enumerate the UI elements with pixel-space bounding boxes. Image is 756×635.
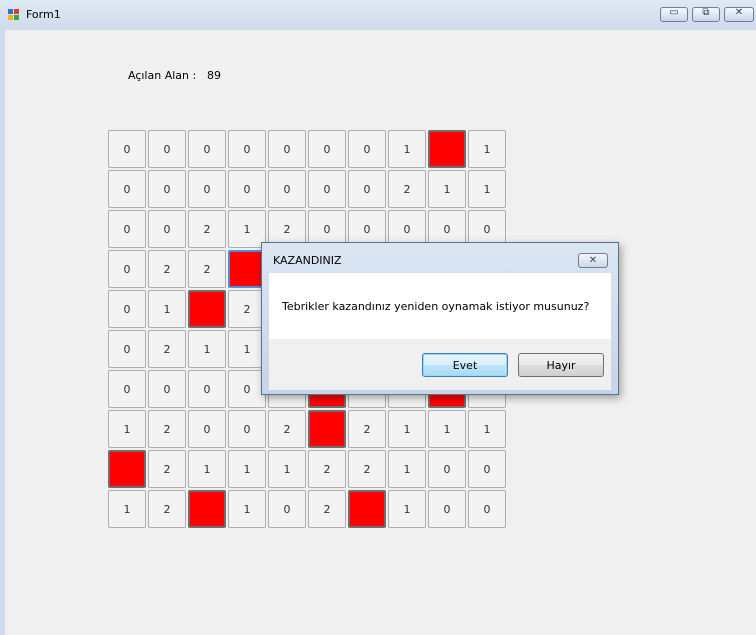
grid-cell[interactable]: 1 xyxy=(268,450,306,488)
grid-cell[interactable]: 1 xyxy=(388,130,426,168)
grid-cell[interactable]: 2 xyxy=(148,250,186,288)
app-icon xyxy=(8,9,20,21)
grid-cell[interactable]: 1 xyxy=(468,130,506,168)
grid-cell[interactable]: 1 xyxy=(428,410,466,448)
grid-cell[interactable]: 0 xyxy=(468,490,506,528)
grid-cell[interactable]: 0 xyxy=(108,370,146,408)
yes-button[interactable]: Evet xyxy=(422,353,508,377)
grid-cell[interactable]: 1 xyxy=(228,490,266,528)
grid-cell[interactable]: 2 xyxy=(308,450,346,488)
grid-cell[interactable]: 2 xyxy=(188,250,226,288)
opened-area-value: 89 xyxy=(207,69,221,82)
grid-cell[interactable]: 0 xyxy=(108,130,146,168)
grid-cell[interactable]: 0 xyxy=(148,210,186,248)
grid-cell[interactable]: 2 xyxy=(148,490,186,528)
opened-area-label: Açılan Alan : xyxy=(128,69,197,82)
grid-cell[interactable]: 0 xyxy=(148,370,186,408)
grid-cell[interactable]: 2 xyxy=(388,170,426,208)
no-button[interactable]: Hayır xyxy=(518,353,604,377)
dialog-message: Tebrikler kazandınız yeniden oynamak ist… xyxy=(282,300,590,313)
grid-cell[interactable]: 1 xyxy=(388,410,426,448)
mine-cell[interactable] xyxy=(308,410,346,448)
dialog-title: KAZANDINIZ xyxy=(273,254,342,267)
grid-cell[interactable]: 1 xyxy=(188,450,226,488)
grid-cell[interactable]: 2 xyxy=(148,330,186,368)
dialog-message-area: Tebrikler kazandınız yeniden oynamak ist… xyxy=(269,273,611,339)
grid-cell[interactable]: 0 xyxy=(188,130,226,168)
grid-cell[interactable]: 0 xyxy=(228,410,266,448)
close-button[interactable]: ✕ xyxy=(724,7,754,22)
grid-cell[interactable]: 0 xyxy=(228,130,266,168)
grid-cell[interactable]: 0 xyxy=(108,250,146,288)
title-bar: Form1 ▭ ⧉ ✕ xyxy=(0,0,756,30)
grid-cell[interactable]: 0 xyxy=(428,490,466,528)
grid-cell[interactable]: 2 xyxy=(308,490,346,528)
grid-cell[interactable]: 1 xyxy=(148,290,186,328)
grid-cell[interactable]: 0 xyxy=(228,170,266,208)
close-icon: ✕ xyxy=(588,255,598,266)
grid-cell[interactable]: 0 xyxy=(468,450,506,488)
dialog-body: Tebrikler kazandınız yeniden oynamak ist… xyxy=(269,273,611,390)
mine-cell[interactable] xyxy=(188,290,226,328)
grid-cell[interactable]: 0 xyxy=(108,170,146,208)
grid-cell[interactable]: 2 xyxy=(268,410,306,448)
mine-cell[interactable] xyxy=(108,450,146,488)
close-icon: ✕ xyxy=(734,7,744,18)
maximize-button[interactable]: ⧉ xyxy=(692,7,720,22)
minimize-icon: ▭ xyxy=(669,7,679,18)
grid-cell[interactable]: 1 xyxy=(468,170,506,208)
grid-cell[interactable]: 0 xyxy=(108,290,146,328)
grid-cell[interactable]: 0 xyxy=(268,490,306,528)
mine-cell[interactable] xyxy=(188,490,226,528)
grid-cell[interactable]: 0 xyxy=(308,170,346,208)
grid-cell[interactable]: 0 xyxy=(188,370,226,408)
grid-cell[interactable]: 0 xyxy=(348,170,386,208)
grid-cell[interactable]: 1 xyxy=(108,490,146,528)
grid-cell[interactable]: 0 xyxy=(188,170,226,208)
grid-cell[interactable]: 0 xyxy=(268,170,306,208)
grid-cell[interactable]: 0 xyxy=(308,130,346,168)
grid-cell[interactable]: 2 xyxy=(188,210,226,248)
grid-cell[interactable]: 0 xyxy=(348,130,386,168)
grid-cell[interactable]: 1 xyxy=(428,170,466,208)
dialog-close-button[interactable]: ✕ xyxy=(578,253,608,268)
grid-cell[interactable]: 0 xyxy=(428,450,466,488)
grid-cell[interactable]: 1 xyxy=(468,410,506,448)
grid-cell[interactable]: 0 xyxy=(148,130,186,168)
grid-cell[interactable]: 0 xyxy=(108,210,146,248)
grid-cell[interactable]: 2 xyxy=(148,410,186,448)
grid-cell[interactable]: 0 xyxy=(188,410,226,448)
grid-cell[interactable]: 1 xyxy=(228,450,266,488)
grid-cell[interactable]: 2 xyxy=(348,450,386,488)
mine-cell[interactable] xyxy=(348,490,386,528)
grid-cell[interactable]: 1 xyxy=(108,410,146,448)
maximize-icon: ⧉ xyxy=(702,7,710,18)
grid-cell[interactable]: 0 xyxy=(148,170,186,208)
grid-cell[interactable]: 1 xyxy=(188,330,226,368)
minimize-button[interactable]: ▭ xyxy=(660,7,688,22)
grid-cell[interactable]: 2 xyxy=(348,410,386,448)
grid-cell[interactable]: 2 xyxy=(148,450,186,488)
window-title: Form1 xyxy=(26,8,61,21)
grid-cell[interactable]: 0 xyxy=(268,130,306,168)
mine-cell[interactable] xyxy=(428,130,466,168)
grid-cell[interactable]: 1 xyxy=(388,490,426,528)
win-dialog: KAZANDINIZ ✕ Tebrikler kazandınız yenide… xyxy=(261,242,619,395)
grid-cell[interactable]: 1 xyxy=(388,450,426,488)
grid-cell[interactable]: 0 xyxy=(108,330,146,368)
